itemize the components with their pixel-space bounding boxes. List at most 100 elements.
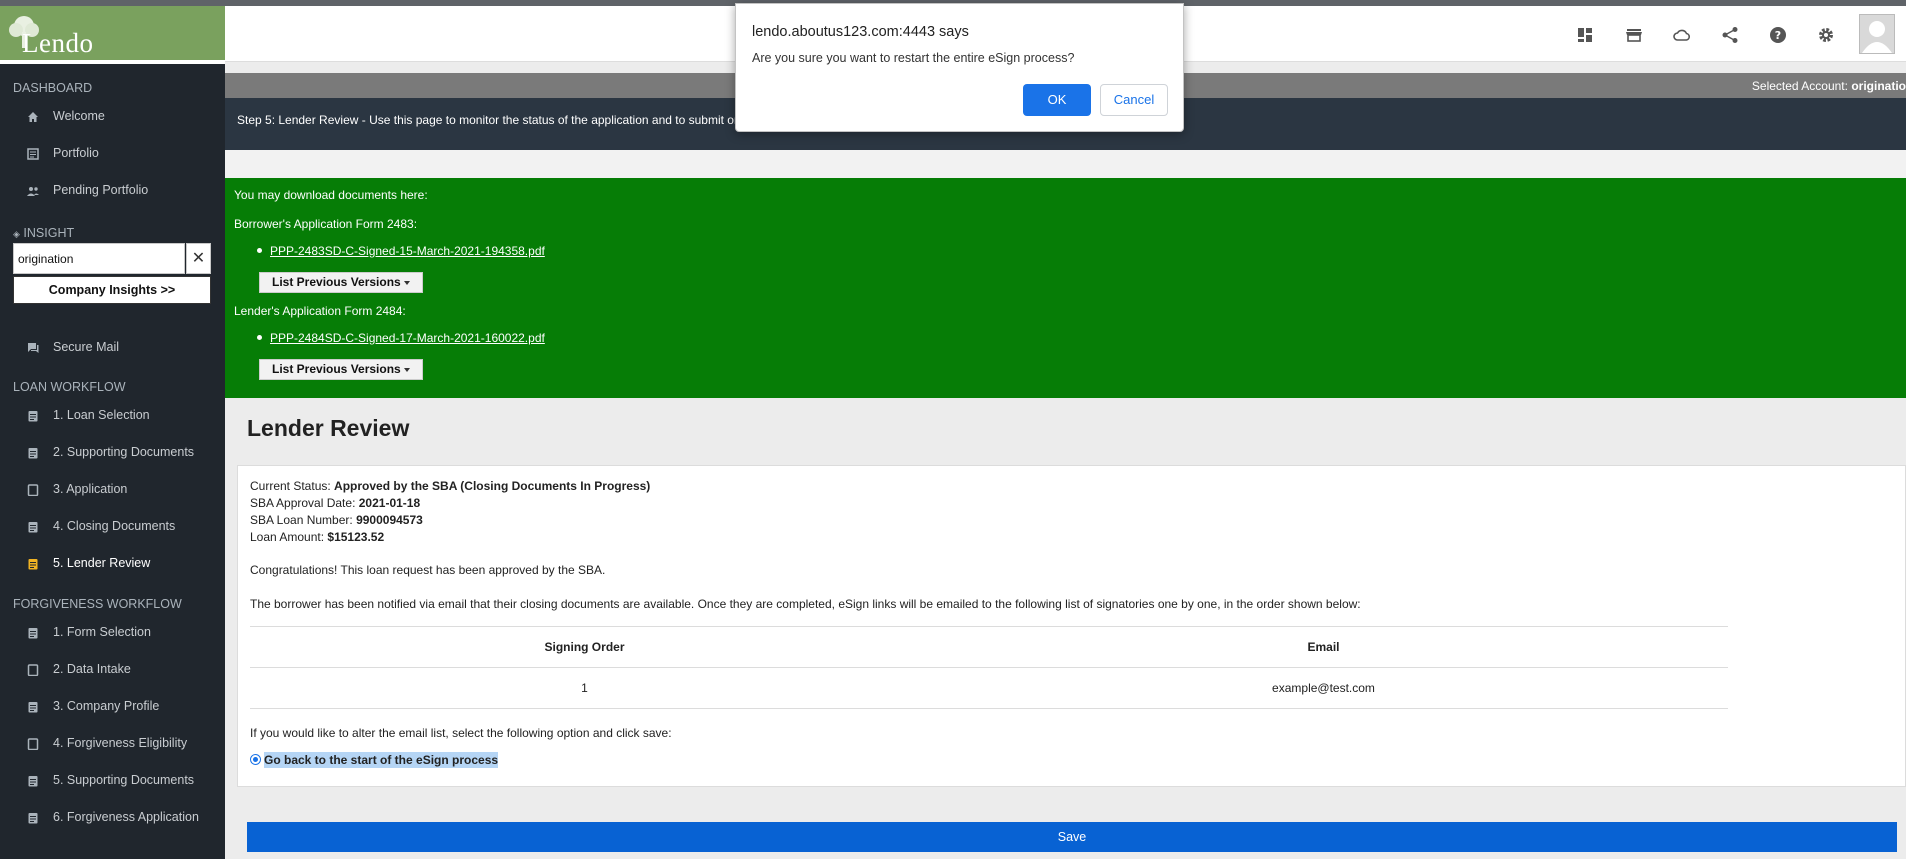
- selected-account: Selected Account: originatio: [1751, 79, 1906, 93]
- clipboard-outline-icon: [27, 484, 39, 496]
- clipboard-icon: [28, 522, 38, 533]
- sidebar-item-label: 5. Lender Review: [53, 556, 151, 570]
- sidebar-item-label: Welcome: [53, 109, 105, 123]
- insight-search-input[interactable]: [13, 243, 185, 274]
- chat-icon: [28, 343, 39, 353]
- sidebar-item-supporting-documents[interactable]: 2. Supporting Documents: [0, 434, 225, 471]
- settings-gear-icon[interactable]: [1817, 26, 1835, 44]
- share-icon[interactable]: [1721, 26, 1739, 44]
- sba-loan-number: SBA Loan Number: 9900094573: [250, 513, 423, 527]
- layers-icon: ◈: [13, 229, 20, 239]
- clear-search-icon[interactable]: ✕: [186, 243, 211, 274]
- sidebar-item-label: 5. Supporting Documents: [53, 773, 195, 787]
- table-header-row: Signing Order Email: [250, 626, 1728, 667]
- column-header-email: Email: [1307, 640, 1340, 654]
- sba-loan-number-value: 9900094573: [356, 513, 423, 527]
- loan-workflow-heading: LOAN WORKFLOW: [13, 380, 126, 394]
- downloads-panel: You may download documents here: Borrowe…: [225, 178, 1906, 398]
- sba-approval-date: SBA Approval Date: 2021-01-18: [250, 496, 421, 510]
- sidebar-item-welcome[interactable]: Welcome: [0, 98, 225, 135]
- sidebar-item-label: 3. Application: [53, 482, 128, 496]
- step-instructions-text: Step 5: Lender Review - Use this page to…: [237, 113, 748, 127]
- ok-button[interactable]: OK: [1023, 84, 1091, 116]
- person-silhouette-icon: [1862, 21, 1892, 53]
- clipboard-icon: [28, 411, 38, 422]
- dashboard-heading: DASHBOARD: [13, 81, 93, 95]
- sidebar-item-form-selection[interactable]: 1. Form Selection: [0, 614, 225, 651]
- confirm-dialog: lendo.aboutus123.com:4443 says Are you s…: [735, 3, 1184, 132]
- dashboard-grid-icon[interactable]: [1576, 26, 1594, 44]
- sba-approval-date-value: 2021-01-18: [358, 496, 421, 510]
- sidebar-item-label: 2. Supporting Documents: [53, 445, 195, 459]
- clipboard-icon: [28, 702, 38, 713]
- approval-message: Congratulations! This loan request has b…: [250, 563, 606, 577]
- bullet-dot: [257, 248, 262, 253]
- clipboard-outline-icon: [27, 664, 39, 676]
- signatories-table: Signing Order Email 1 example@test.com: [250, 626, 1728, 709]
- lender-previous-versions-button[interactable]: List Previous Versions: [259, 359, 423, 380]
- forgiveness-workflow-heading: FORGIVENESS WORKFLOW: [13, 597, 182, 611]
- cancel-button[interactable]: Cancel: [1100, 84, 1168, 116]
- sidebar-item-data-intake[interactable]: 2. Data Intake: [0, 651, 225, 688]
- company-insights-button[interactable]: Company Insights >>: [13, 276, 211, 304]
- sidebar: Lendo DASHBOARD Welcome Portfolio Pendin…: [0, 6, 225, 859]
- lender-review-card: Current Status: Approved by the SBA (Clo…: [237, 465, 1906, 787]
- help-icon[interactable]: ?: [1769, 26, 1787, 44]
- cloud-icon[interactable]: [1673, 26, 1691, 44]
- signing-order-cell: 1: [581, 681, 588, 695]
- selected-account-value: originatio: [1851, 79, 1906, 93]
- alter-email-instructions: If you would like to alter the email lis…: [250, 726, 672, 740]
- insight-search: ✕: [13, 243, 211, 274]
- clipboard-icon: [28, 813, 38, 824]
- sidebar-item-label: 4. Forgiveness Eligibility: [53, 736, 188, 750]
- sidebar-item-pending-portfolio[interactable]: Pending Portfolio: [0, 172, 225, 209]
- sidebar-item-forgiveness-supporting-documents[interactable]: 5. Supporting Documents: [0, 762, 225, 799]
- logo[interactable]: Lendo: [0, 6, 225, 64]
- borrower-form-heading: Borrower's Application Form 2483:: [234, 217, 418, 231]
- clipboard-icon: [28, 448, 38, 459]
- table-row: 1 example@test.com: [250, 667, 1728, 709]
- loan-amount-value: $15123.52: [327, 530, 385, 544]
- sidebar-item-portfolio[interactable]: Portfolio: [0, 135, 225, 172]
- user-avatar[interactable]: [1859, 14, 1895, 54]
- restart-esign-label[interactable]: Go back to the start of the eSign proces…: [264, 752, 499, 768]
- downloads-intro: You may download documents here:: [234, 188, 428, 202]
- sidebar-item-label: 3. Company Profile: [53, 699, 160, 713]
- lender-form-heading: Lender's Application Form 2484:: [234, 304, 406, 318]
- sidebar-item-label: 4. Closing Documents: [53, 519, 176, 533]
- clipboard-outline-icon: [27, 738, 39, 750]
- borrower-form-link[interactable]: PPP-2483SD-C-Signed-15-March-2021-194358…: [270, 244, 545, 258]
- sidebar-item-closing-documents[interactable]: 4. Closing Documents: [0, 508, 225, 545]
- column-header-signing-order: Signing Order: [544, 640, 625, 654]
- sidebar-item-company-profile[interactable]: 3. Company Profile: [0, 688, 225, 725]
- svg-text:?: ?: [1775, 29, 1781, 42]
- sidebar-item-label: 6. Forgiveness Application: [53, 810, 199, 824]
- sidebar-item-forgiveness-application[interactable]: 6. Forgiveness Application: [0, 799, 225, 836]
- current-status-value: Approved by the SBA (Closing Documents I…: [334, 479, 651, 493]
- clipboard-icon: [28, 628, 38, 639]
- sidebar-item-application[interactable]: 3. Application: [0, 471, 225, 508]
- sidebar-item-secure-mail[interactable]: Secure Mail: [0, 329, 225, 366]
- caret-down-icon: [404, 368, 410, 372]
- caret-down-icon: [404, 281, 410, 285]
- bullet-dot: [257, 335, 262, 340]
- sidebar-item-label: Portfolio: [53, 146, 99, 160]
- lender-form-link[interactable]: PPP-2484SD-C-Signed-17-March-2021-160022…: [270, 331, 545, 345]
- people-icon: [27, 187, 39, 196]
- store-icon[interactable]: [1625, 26, 1643, 44]
- save-button[interactable]: Save: [247, 822, 1897, 852]
- restart-esign-radio[interactable]: [250, 754, 261, 765]
- logo-text: Lendo: [22, 28, 94, 58]
- loan-amount: Loan Amount: $15123.52: [250, 530, 385, 544]
- sidebar-item-label: 2. Data Intake: [53, 662, 131, 676]
- clipboard-active-icon: [28, 559, 38, 570]
- sidebar-item-loan-selection[interactable]: 1. Loan Selection: [0, 397, 225, 434]
- borrower-previous-versions-button[interactable]: List Previous Versions: [259, 272, 423, 293]
- page-title: Lender Review: [247, 415, 410, 441]
- sidebar-item-label: 1. Form Selection: [53, 625, 151, 639]
- clipboard-icon: [28, 776, 38, 787]
- sidebar-item-forgiveness-eligibility[interactable]: 4. Forgiveness Eligibility: [0, 725, 225, 762]
- sidebar-item-lender-review[interactable]: 5. Lender Review: [0, 545, 225, 582]
- home-icon: [28, 112, 38, 122]
- notification-notice: The borrower has been notified via email…: [250, 597, 1361, 611]
